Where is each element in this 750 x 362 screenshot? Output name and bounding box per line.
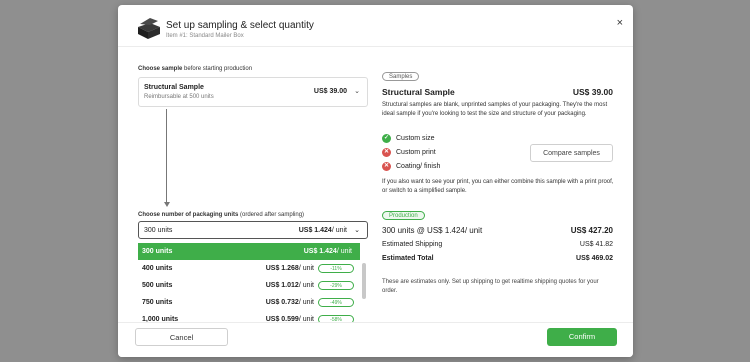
- modal-footer: Cancel Confirm: [118, 322, 633, 357]
- confirm-button[interactable]: Confirm: [547, 328, 617, 346]
- qty-label-rest: (ordered after sampling): [238, 212, 305, 218]
- total-label: Estimated Total: [382, 255, 434, 262]
- option-price: US$ 1.012/ unit: [266, 282, 314, 289]
- sample-select-sub: Reimbursable at 500 units: [144, 94, 214, 100]
- feature-label: Coating/ finish: [396, 163, 441, 170]
- option-price: US$ 1.424/ unit: [304, 248, 352, 255]
- chevron-down-icon: ⌄: [354, 227, 360, 234]
- option-price-rest: / unit: [298, 282, 314, 289]
- qty-select-price-rest: / unit: [331, 227, 347, 234]
- option-price: US$ 1.268/ unit: [266, 265, 314, 272]
- cancel-button[interactable]: Cancel: [135, 328, 228, 346]
- sample-select-name: Structural Sample: [144, 84, 204, 91]
- option-price: US$ 0.732/ unit: [266, 299, 314, 306]
- qty-select-units: 300 units: [144, 227, 173, 234]
- option-price-rest: / unit: [298, 299, 314, 306]
- cross-icon: ✕: [382, 148, 391, 157]
- chevron-down-icon: ⌄: [354, 88, 360, 95]
- samples-pill: Samples: [382, 72, 420, 81]
- discount-badge: -49%: [318, 298, 354, 307]
- option-price-bold: US$ 0.732: [265, 299, 299, 306]
- estimate-note: These are estimates only. Set up shippin…: [382, 279, 599, 294]
- mailer-box-image: [138, 18, 160, 39]
- production-total: US$ 427.20: [570, 226, 613, 235]
- modal-title: Set up sampling & select quantity: [166, 20, 314, 31]
- modal-header: Set up sampling & select quantity Item #…: [118, 5, 633, 47]
- shipping-label: Estimated Shipping: [382, 241, 443, 248]
- option-units: 500 units: [142, 282, 173, 289]
- production-line: 300 units @ US$ 1.424/ unit: [382, 226, 483, 235]
- quantity-select[interactable]: 300 units US$ 1.424/ unit ⌄: [138, 221, 368, 239]
- close-icon[interactable]: ×: [617, 17, 623, 29]
- option-units: 300 units: [142, 248, 173, 255]
- compare-samples-button[interactable]: Compare samples: [530, 144, 613, 162]
- shipping-value: US$ 41.82: [579, 241, 613, 248]
- flow-arrow-line: [166, 109, 167, 205]
- sample-label-bold: Choose sample: [138, 66, 183, 72]
- check-icon: ✓: [382, 134, 391, 143]
- option-price-bold: US$ 1.424: [303, 248, 337, 255]
- sample-select[interactable]: Structural Sample Reimbursable at 500 un…: [138, 77, 368, 107]
- sample-price: US$ 39.00: [572, 87, 613, 97]
- flow-arrow-head-icon: [163, 202, 170, 207]
- sample-select-price: US$ 39.00: [313, 88, 347, 95]
- qty-section-label: Choose number of packaging units (ordere…: [138, 212, 304, 218]
- sample-section-label: Choose sample before starting production: [138, 66, 252, 72]
- production-pill: Production: [382, 211, 425, 220]
- discount-badge: -11%: [318, 264, 354, 273]
- modal-subtitle: Item #1: Standard Mailer Box: [166, 33, 244, 39]
- cross-icon: ✕: [382, 162, 391, 171]
- feature-label: Custom print: [396, 149, 436, 156]
- qty-label-bold: Choose number of packaging units: [138, 212, 239, 218]
- quantity-option[interactable]: 750 units US$ 0.732/ unit -49%: [138, 294, 360, 311]
- option-price-rest: / unit: [336, 248, 352, 255]
- quantity-option[interactable]: 300 units US$ 1.424/ unit: [138, 243, 360, 260]
- qty-select-price: US$ 1.424/ unit: [299, 227, 347, 234]
- option-units: 750 units: [142, 299, 173, 306]
- option-units: 400 units: [142, 265, 173, 272]
- dropdown-scrollbar[interactable]: [362, 263, 366, 299]
- sample-title: Structural Sample: [382, 87, 455, 97]
- qty-select-price-bold: US$ 1.424: [298, 227, 332, 234]
- discount-badge: -29%: [318, 281, 354, 290]
- option-price-bold: US$ 1.268: [265, 265, 299, 272]
- quantity-option[interactable]: 500 units US$ 1.012/ unit -29%: [138, 277, 360, 294]
- option-price-rest: / unit: [298, 265, 314, 272]
- total-value: US$ 469.02: [576, 255, 613, 262]
- sample-label-rest: before starting production: [182, 66, 253, 72]
- feature-label: Custom size: [396, 135, 435, 142]
- print-proof-note: If you also want to see your print, you …: [382, 179, 614, 194]
- sampling-modal: Set up sampling & select quantity Item #…: [118, 5, 633, 357]
- quantity-option[interactable]: 400 units US$ 1.268/ unit -11%: [138, 260, 360, 277]
- option-price-bold: US$ 1.012: [265, 282, 299, 289]
- sample-description: Structural samples are blank, unprinted …: [382, 102, 608, 117]
- quantity-dropdown: 300 units US$ 1.424/ unit 400 units US$ …: [138, 243, 368, 325]
